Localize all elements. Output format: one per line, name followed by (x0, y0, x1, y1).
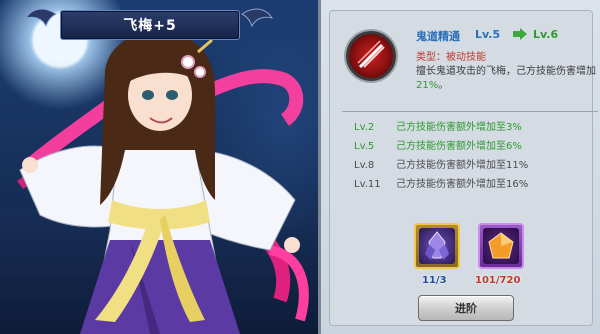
material-slot-crystal[interactable] (414, 223, 460, 269)
level-row: Lv.11 己方技能伤害额外增加至16% (354, 178, 594, 192)
level-text: 己方技能伤害额外增加至16% (396, 179, 529, 190)
level-label: Lv.8 (354, 160, 375, 171)
character-scene: 飞梅+5 (0, 0, 320, 334)
level-label: Lv.5 (354, 141, 375, 152)
character-name: 飞梅+5 (123, 18, 177, 34)
skill-desc-suffix: 。 (438, 80, 449, 91)
skill-current-level: Lv.5 (475, 28, 501, 41)
level-text: 己方技能伤害额外增加至3% (396, 122, 522, 133)
advance-button[interactable]: 进阶 (418, 295, 514, 321)
skill-description: 擅长鬼道攻击的飞梅，己方技能伤害增加 21%。 (416, 65, 596, 93)
sword-slash-icon (346, 31, 396, 81)
character-title-banner: 飞梅+5 (60, 10, 240, 40)
material-count-orb: 101/720 (475, 275, 521, 286)
banner-ornament-right-icon (241, 8, 274, 28)
level-label: Lv.2 (354, 122, 375, 133)
skill-next-level: Lv.6 (533, 28, 559, 41)
banner-ornament-left-icon (24, 8, 57, 28)
level-text: 己方技能伤害额外增加至6% (396, 141, 522, 152)
character-portrait (17, 31, 309, 334)
level-bonus-list: Lv.2 己方技能伤害额外增加至3% Lv.5 己方技能伤害额外增加至6% Lv… (354, 121, 594, 197)
skill-desc-value: 21% (416, 80, 439, 91)
material-count-crystal: 11/3 (422, 275, 447, 286)
slash-glyph-icon (357, 40, 385, 69)
skill-type: 类型：被动技能 (416, 52, 486, 63)
skill-desc-prefix: 擅长鬼道攻击的飞梅，己方技能伤害增加 (416, 66, 596, 77)
level-row: Lv.2 己方技能伤害额外增加至3% (354, 121, 594, 135)
skill-card: 鬼道精通 Lv.5 Lv.6 类型：被动技能 擅长鬼道攻击的飞梅，己方技能伤害增… (329, 10, 598, 326)
level-row: Lv.8 己方技能伤害额外增加至11% (354, 159, 594, 173)
skill-panel: 鬼道精通 Lv.5 Lv.6 类型：被动技能 擅长鬼道攻击的飞梅，己方技能伤害增… (318, 0, 600, 334)
arrow-right-icon (513, 28, 527, 40)
level-label: Lv.11 (354, 179, 381, 190)
material-slot-orb[interactable] (478, 223, 524, 269)
section-divider (342, 111, 598, 112)
level-text: 己方技能伤害额外增加至11% (396, 160, 529, 171)
materials-row: 11/3 101/720 (410, 223, 550, 286)
purple-crystal-icon (425, 231, 449, 260)
skill-name: 鬼道精通 (416, 30, 460, 43)
orange-gem-icon (488, 232, 514, 259)
level-row: Lv.5 己方技能伤害额外增加至6% (354, 140, 594, 154)
